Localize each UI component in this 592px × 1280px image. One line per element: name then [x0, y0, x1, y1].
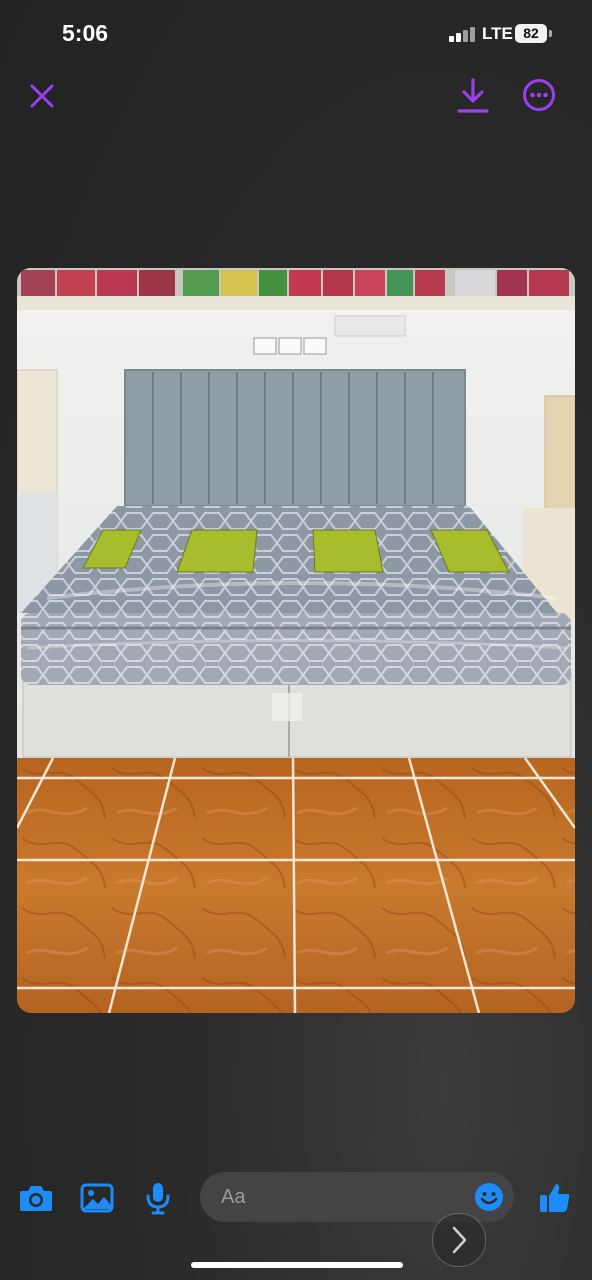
- bed-photo-illustration: [17, 268, 575, 1013]
- microphone-icon: [146, 1183, 170, 1215]
- like-button[interactable]: [535, 1178, 575, 1218]
- thumbs-up-icon: [540, 1184, 570, 1212]
- battery-level: 82: [523, 25, 539, 41]
- camera-button[interactable]: [16, 1178, 56, 1218]
- message-composer: Aa: [0, 1160, 592, 1240]
- next-photo-button[interactable]: [432, 1213, 486, 1267]
- signal-icon: [449, 26, 477, 42]
- battery-icon: 82: [515, 24, 547, 43]
- shared-photo[interactable]: [17, 268, 575, 1013]
- message-input-placeholder: Aa: [221, 1186, 246, 1208]
- more-options-button[interactable]: [518, 74, 560, 116]
- close-icon: [30, 84, 54, 108]
- close-button[interactable]: [22, 76, 62, 116]
- battery-tip: [549, 30, 552, 37]
- gallery-button[interactable]: [77, 1178, 117, 1218]
- status-bar: 5:06 LTE 82: [0, 0, 592, 70]
- download-button[interactable]: [452, 74, 494, 118]
- status-time: 5:06: [62, 20, 109, 46]
- home-indicator[interactable]: [191, 1262, 403, 1268]
- camera-icon: [20, 1186, 52, 1211]
- network-type: LTE: [482, 24, 513, 43]
- emoji-icon[interactable]: [474, 1182, 504, 1212]
- download-icon: [457, 78, 489, 113]
- image-icon: [80, 1183, 114, 1213]
- more-icon: [523, 79, 555, 111]
- voice-button[interactable]: [138, 1178, 178, 1218]
- chevron-right-icon: [452, 1226, 467, 1254]
